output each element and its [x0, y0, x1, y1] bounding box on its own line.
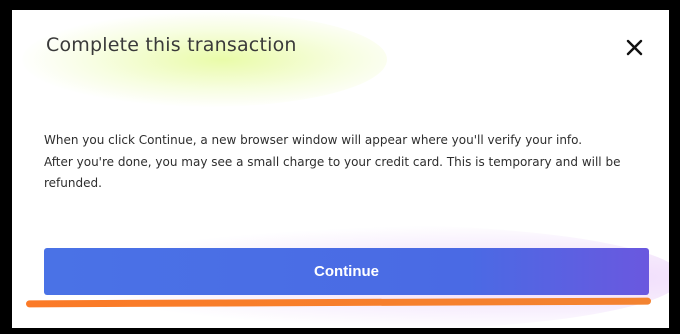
message-line-2: After you're done, you may see a small c… — [44, 154, 621, 191]
message-line-1: When you click Continue, a new browser w… — [44, 133, 583, 147]
transaction-dialog: Complete this transaction When you click… — [12, 10, 669, 328]
dialog-title: Complete this transaction — [46, 34, 297, 56]
close-icon — [626, 39, 642, 55]
title-highlight — [22, 12, 387, 107]
dialog-message: When you click Continue, a new browser w… — [44, 130, 654, 195]
close-button[interactable] — [619, 32, 649, 62]
continue-button[interactable]: Continue — [44, 248, 649, 295]
